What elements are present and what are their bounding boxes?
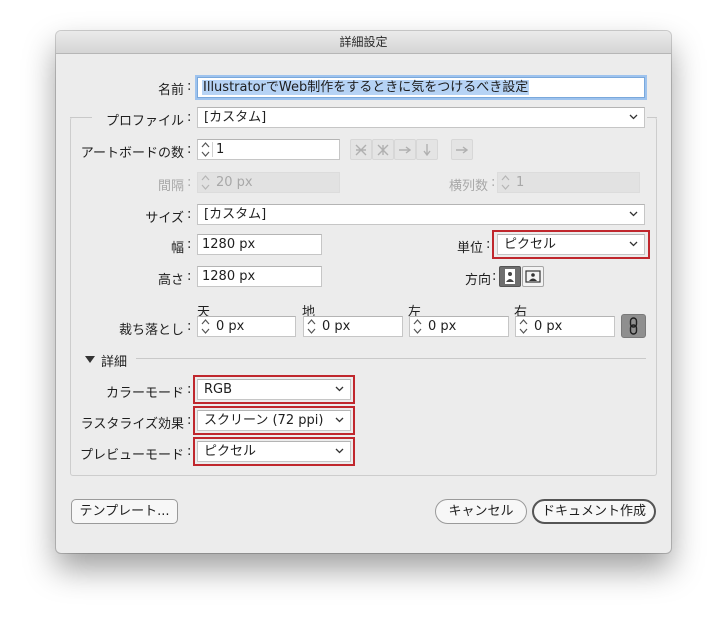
bleed-top-stepper[interactable]: 0 px [197, 316, 296, 337]
create-document-button[interactable]: ドキュメント作成 [532, 499, 656, 524]
grid-by-row-button[interactable] [350, 139, 372, 160]
grid-by-column-icon [377, 144, 389, 156]
bleed-colon: : [187, 319, 192, 334]
advanced-divider [136, 358, 646, 359]
preview-mode-highlight-box [193, 437, 355, 466]
bleed-right-stepper[interactable]: 0 px [515, 316, 615, 337]
color-mode-highlight-box [193, 375, 355, 404]
size-label: サイズ [145, 211, 184, 226]
size-dropdown[interactable]: [カスタム] [197, 204, 645, 225]
columns-value: 1 [516, 175, 525, 190]
name-selected-text: IllustratorでWeb制作をするときに気をつけるべき設定 [202, 80, 530, 95]
name-input[interactable]: IllustratorでWeb制作をするときに気をつけるべき設定 [197, 77, 645, 98]
bleed-label: 裁ち落とし [118, 323, 184, 338]
preview-mode-label: プレビューモード [79, 448, 184, 463]
disclosure-triangle-icon[interactable] [85, 356, 95, 364]
spacing-label: 間隔 [157, 179, 184, 194]
chevron-down-icon [629, 211, 638, 217]
height-label: 高さ [157, 273, 184, 288]
grid-by-row-icon [355, 144, 367, 156]
artboard-count-stepper[interactable]: 1 [197, 139, 340, 160]
grid-by-column-button[interactable] [372, 139, 394, 160]
stepper-arrows-icon [201, 175, 210, 190]
bleed-left-stepper[interactable]: 0 px [409, 316, 509, 337]
raster-effects-colon: : [187, 413, 192, 428]
portrait-button[interactable] [499, 266, 521, 287]
bleed-bottom-value: 0 px [322, 319, 351, 334]
width-input[interactable]: 1280 px [197, 234, 322, 255]
size-colon: : [187, 207, 192, 222]
color-mode-colon: : [187, 382, 192, 397]
stepper-separator [212, 142, 213, 157]
cancel-button[interactable]: キャンセル [435, 499, 527, 524]
arrow-down-icon [423, 144, 431, 157]
size-dropdown-value: [カスタム] [204, 207, 267, 222]
spacing-value: 20 px [216, 175, 253, 190]
artboard-count-value: 1 [216, 142, 225, 157]
color-mode-label: カラーモード [105, 386, 184, 401]
advanced-section-label[interactable]: 詳細 [101, 351, 127, 370]
name-colon: : [187, 79, 192, 94]
new-document-dialog: 詳細設定 名前 : IllustratorでWeb制作をするときに気をつけるべき… [56, 31, 671, 553]
orientation-colon: : [492, 269, 497, 284]
portrait-icon [505, 269, 515, 284]
group-top-line-left [70, 117, 92, 118]
spacing-colon: : [187, 175, 192, 190]
bleed-bottom-stepper[interactable]: 0 px [303, 316, 403, 337]
artboard-count-colon: : [187, 142, 192, 157]
stepper-arrows-icon [307, 319, 316, 334]
columns-label: 横列数 [448, 179, 488, 194]
right-to-left-layout-button[interactable] [451, 139, 473, 160]
template-button[interactable]: テンプレート... [71, 499, 178, 524]
arrow-right-icon [399, 146, 412, 154]
name-label: 名前 [157, 83, 184, 98]
bleed-left-value: 0 px [428, 319, 457, 334]
stepper-arrows-icon [413, 319, 422, 334]
arrow-right-icon [456, 146, 469, 154]
stepper-arrows-icon [501, 175, 510, 190]
raster-effects-label: ラスタライズ効果 [80, 417, 184, 432]
raster-effects-highlight-box [193, 406, 355, 435]
artboard-count-label: アートボードの数 [80, 146, 184, 161]
orientation-label: 方向 [464, 273, 491, 288]
landscape-button[interactable] [522, 266, 544, 287]
bleed-top-value: 0 px [216, 319, 245, 334]
spacing-stepper[interactable]: 20 px [197, 172, 340, 193]
stepper-arrows-icon [201, 319, 210, 334]
landscape-icon [525, 270, 541, 283]
height-colon: : [187, 269, 192, 284]
columns-colon: : [491, 175, 496, 190]
width-colon: : [187, 237, 192, 252]
group-top-line-right [647, 117, 657, 118]
units-colon: : [486, 237, 491, 252]
stepper-arrows-icon [519, 319, 528, 334]
preview-mode-colon: : [187, 444, 192, 459]
stepper-arrows-icon [201, 142, 210, 157]
width-label: 幅 [170, 241, 184, 256]
dialog-title: 詳細設定 [56, 31, 671, 54]
units-label: 単位 [456, 241, 483, 256]
columns-stepper[interactable]: 1 [497, 172, 640, 193]
height-input[interactable]: 1280 px [197, 266, 322, 287]
link-chain-icon [629, 317, 638, 335]
bleed-link-button[interactable] [621, 314, 646, 338]
arrange-by-column-button[interactable] [416, 139, 438, 160]
units-highlight-box [492, 230, 650, 259]
arrange-by-row-button[interactable] [394, 139, 416, 160]
bleed-right-value: 0 px [534, 319, 563, 334]
